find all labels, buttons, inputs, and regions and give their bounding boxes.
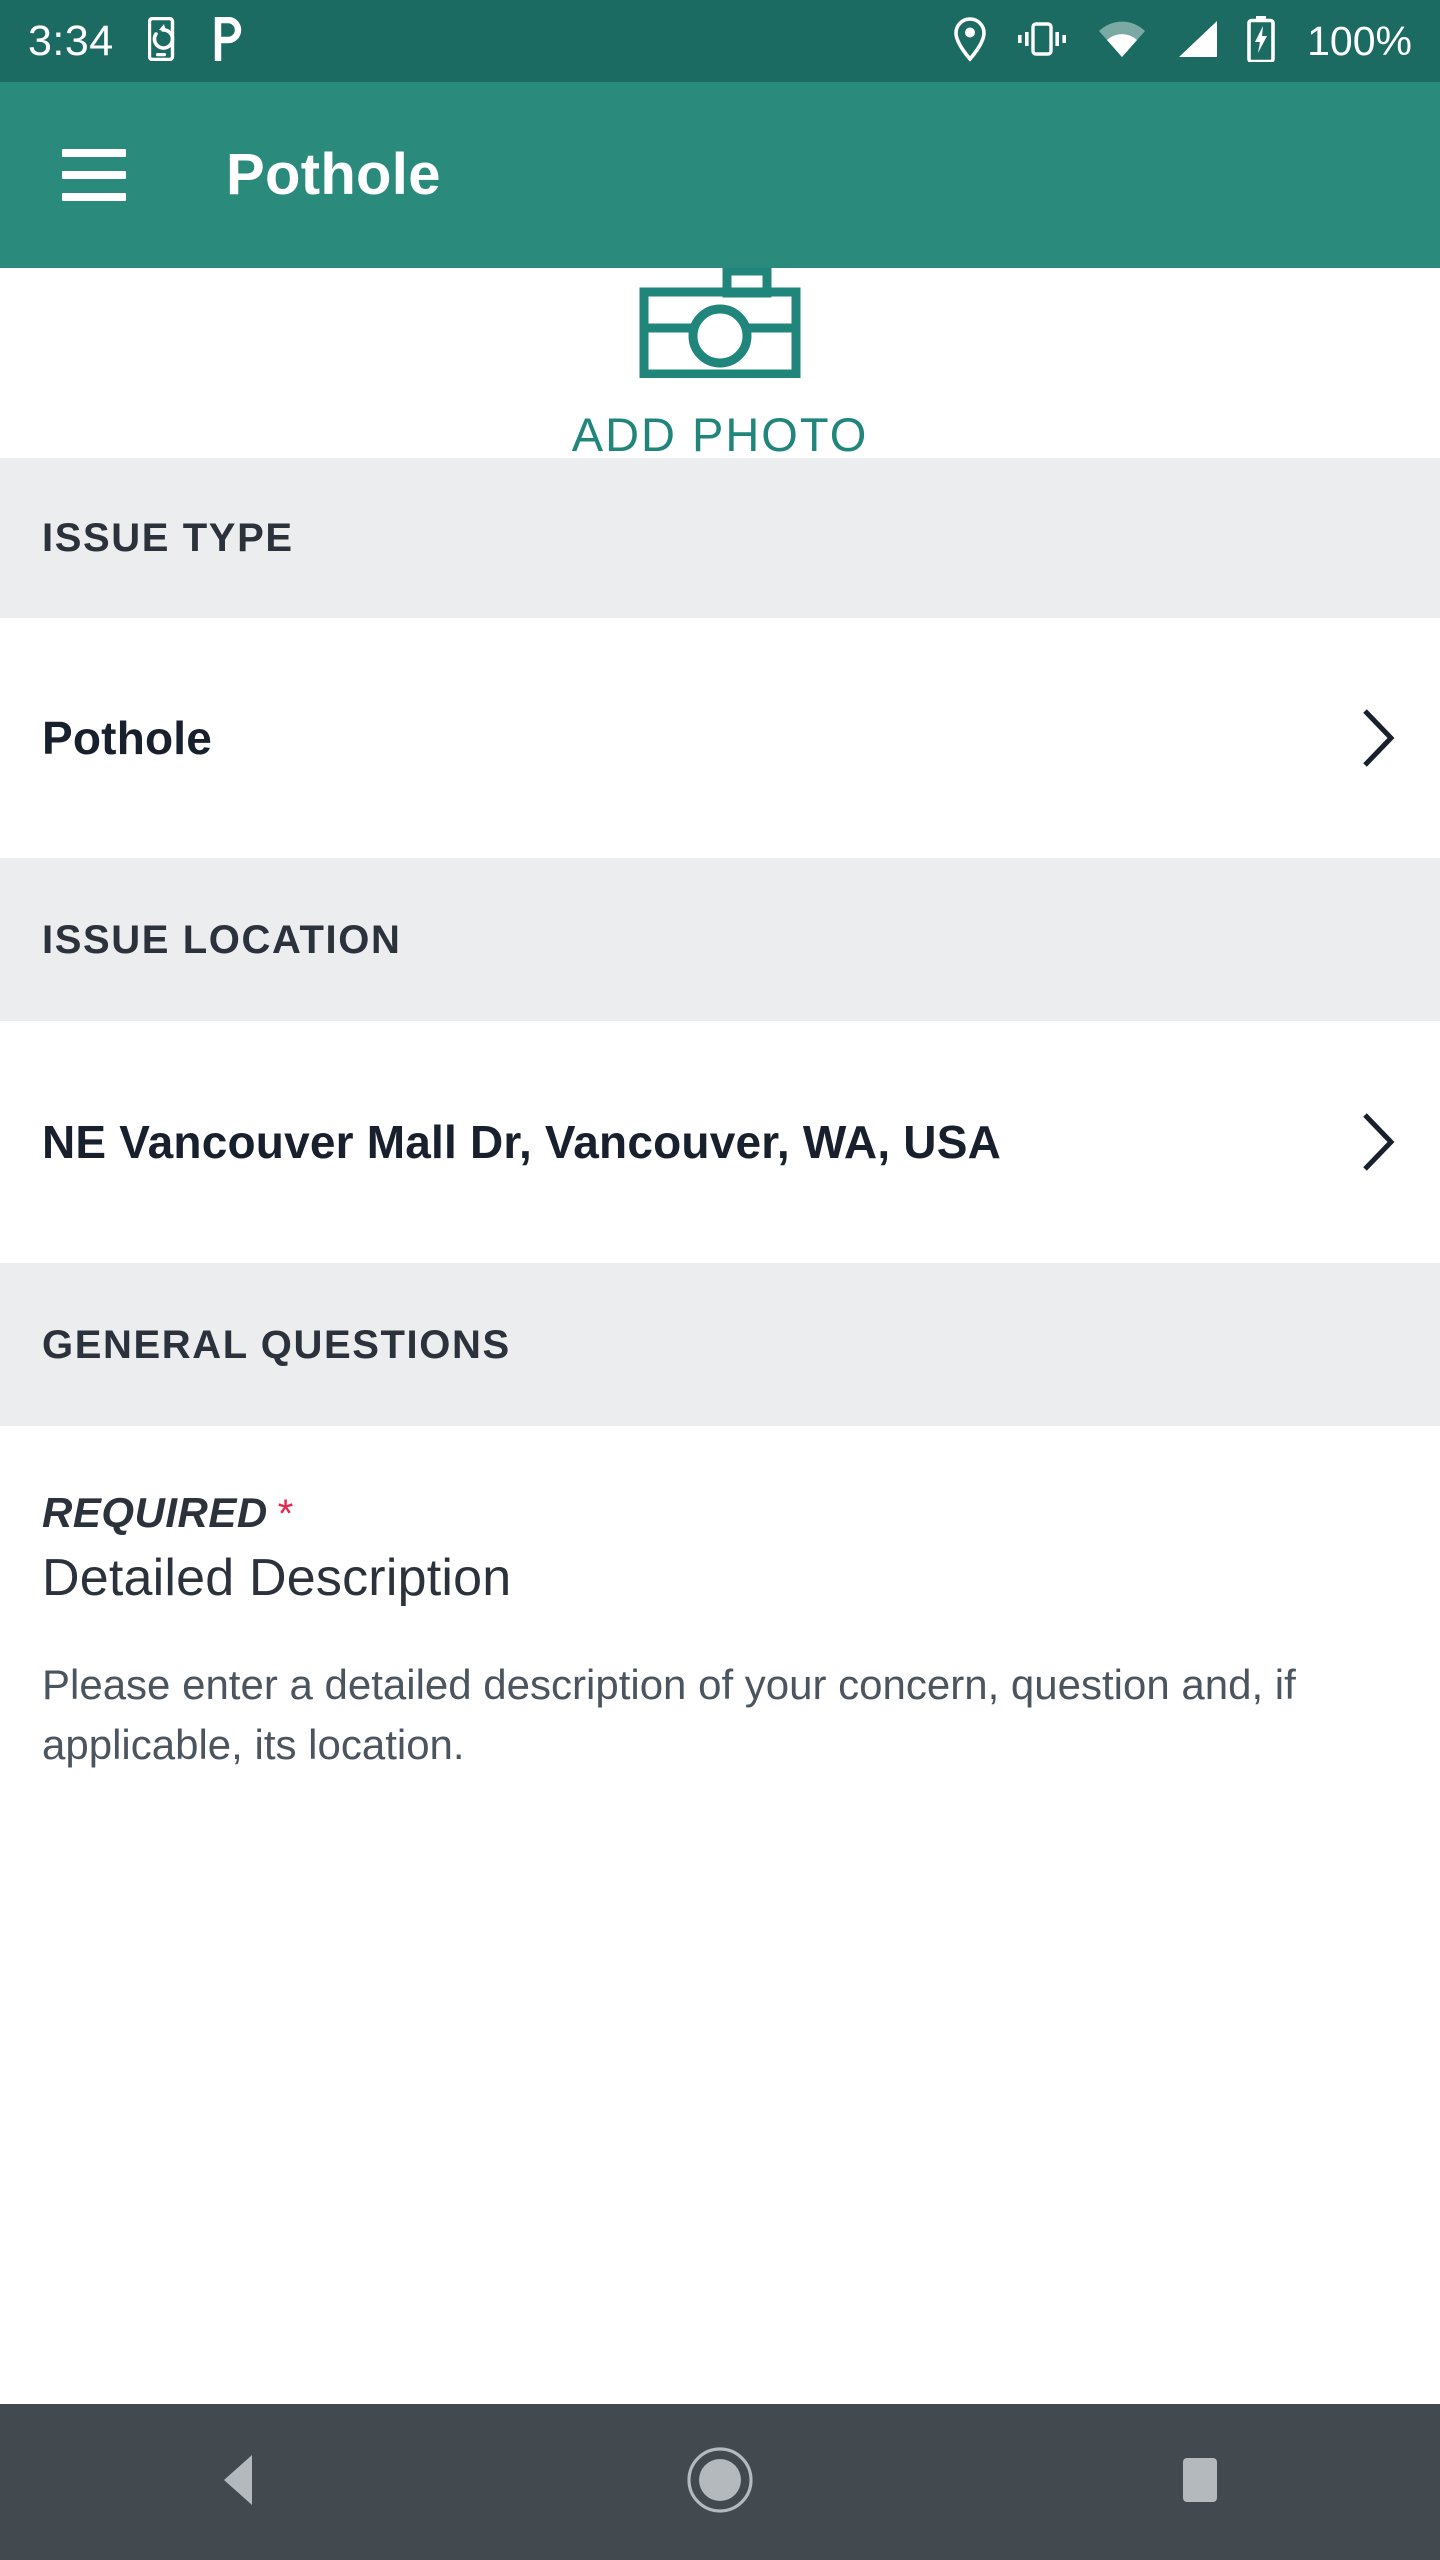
required-label: REQUIRED (42, 1489, 268, 1536)
question-title: Detailed Description (42, 1549, 512, 1608)
home-button[interactable] (600, 2404, 840, 2560)
required-indicator: REQUIRED * (42, 1489, 1398, 1536)
section-header-general-questions: GENERAL QUESTIONS (0, 1263, 1440, 1426)
status-bar: 3:34 100% (0, 0, 1440, 82)
vibrate-icon (1015, 17, 1069, 66)
parking-p-icon (212, 16, 242, 66)
section-header-label: GENERAL QUESTIONS (42, 1322, 511, 1367)
section-header-issue-type: ISSUE TYPE (0, 458, 1440, 618)
hamburger-line (62, 193, 126, 201)
section-header-label: ISSUE LOCATION (42, 917, 402, 962)
back-button[interactable] (120, 2404, 360, 2560)
question-description: Please enter a detailed description of y… (42, 1661, 1296, 1768)
camera-icon (639, 266, 801, 383)
battery-percentage: 100% (1307, 17, 1412, 64)
android-navigation-bar (0, 2404, 1440, 2560)
battery-charging-icon (1247, 15, 1275, 67)
add-photo-label: ADD PHOTO (571, 408, 869, 461)
wifi-icon (1097, 19, 1147, 64)
status-left-icons (147, 16, 242, 66)
app-bar: Pothole (0, 82, 1440, 268)
back-triangle-icon (214, 2451, 266, 2514)
section-header-issue-location: ISSUE LOCATION (0, 858, 1440, 1021)
chevron-right-icon (1342, 706, 1398, 770)
issue-type-row[interactable]: Pothole (0, 618, 1440, 858)
add-photo-button[interactable]: ADD PHOTO (0, 266, 1440, 461)
home-circle-icon (685, 2445, 755, 2520)
status-right-icons: 100% (953, 15, 1412, 67)
status-clock: 3:34 (28, 16, 114, 65)
issue-location-row[interactable]: NE Vancouver Mall Dr, Vancouver, WA, USA (0, 1021, 1440, 1263)
general-questions-block: REQUIRED * Detailed Description Please e… (0, 1426, 1440, 2404)
hamburger-line (62, 149, 126, 157)
hamburger-line (62, 171, 126, 179)
issue-type-value: Pothole (42, 712, 213, 764)
page-title: Pothole (226, 142, 441, 207)
screen-rotate-icon (147, 16, 186, 66)
cellular-signal-icon (1175, 19, 1219, 64)
phone-screen: 3:34 100% Pothole ADD PHOTO ISSUE TYPE P… (0, 0, 1440, 2560)
chevron-right-icon (1342, 1110, 1398, 1174)
section-header-label: ISSUE TYPE (42, 516, 294, 560)
hamburger-menu-icon[interactable] (62, 149, 126, 201)
location-pin-icon (953, 16, 987, 67)
recents-button[interactable] (1080, 2404, 1320, 2560)
issue-location-value: NE Vancouver Mall Dr, Vancouver, WA, USA (42, 1116, 1001, 1168)
required-asterisk-icon: * (277, 1492, 294, 1536)
recents-square-icon (1174, 2454, 1226, 2511)
